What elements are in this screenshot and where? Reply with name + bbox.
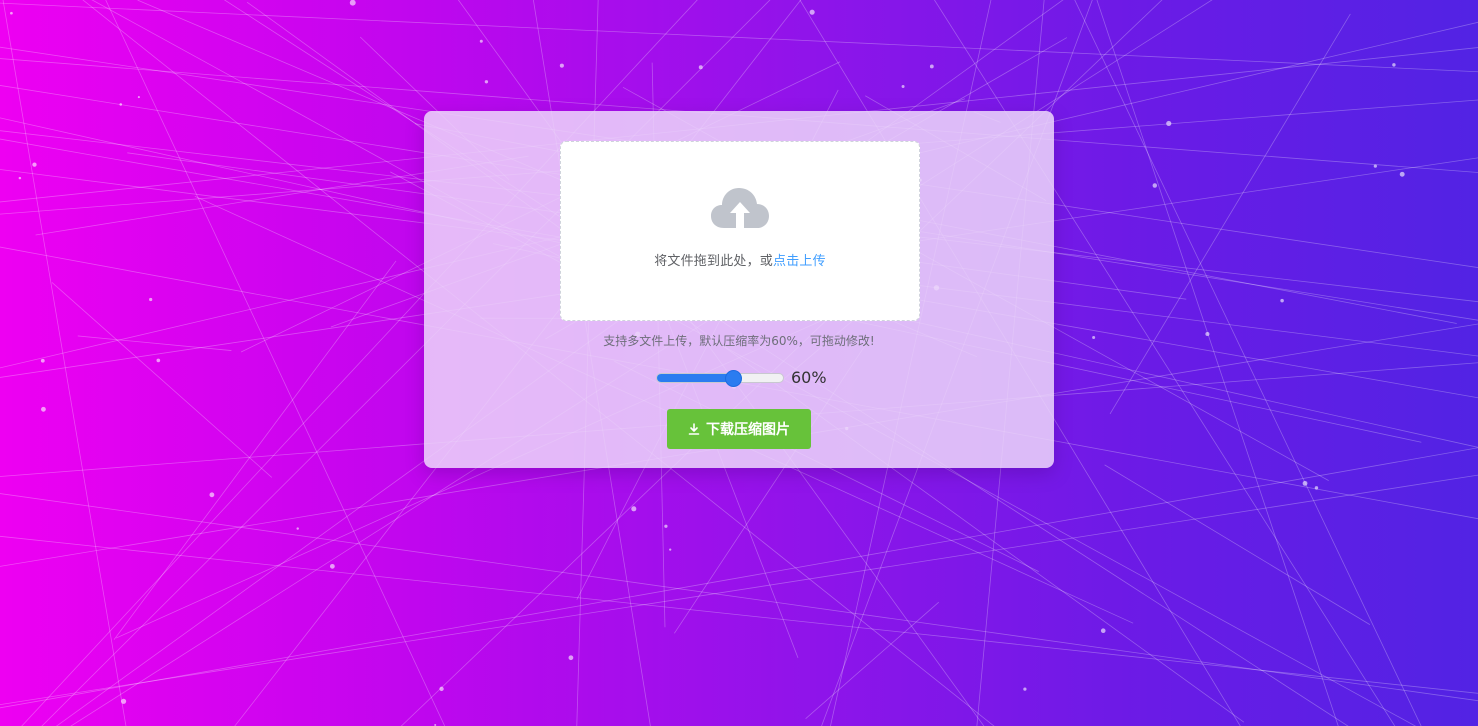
cloud-upload-icon [711, 188, 769, 228]
dropzone-text: 将文件拖到此处，或点击上传 [561, 250, 919, 269]
network-dot [1302, 480, 1308, 486]
network-dot [631, 506, 637, 512]
network-dot [929, 64, 934, 69]
network-dot [664, 524, 668, 528]
network-dot [349, 0, 356, 6]
network-dot [901, 84, 905, 88]
download-button[interactable]: 下载压缩图片 [667, 409, 811, 449]
network-dot [18, 176, 22, 180]
network-dot [1166, 120, 1172, 127]
upload-tip: 支持多文件上传，默认压缩率为60%，可拖动修改! [603, 334, 875, 348]
upload-dropzone[interactable]: 将文件拖到此处，或点击上传 [560, 141, 920, 321]
network-dot [209, 492, 215, 498]
network-line [105, 0, 446, 726]
network-dot [1100, 628, 1106, 634]
compression-slider[interactable] [656, 370, 784, 387]
network-dot [296, 527, 299, 530]
download-icon [688, 423, 700, 435]
network-line [805, 601, 940, 719]
network-dot [568, 655, 574, 661]
network-dot [669, 548, 672, 551]
network-dot [1152, 183, 1158, 188]
network-dot [1399, 171, 1405, 177]
network-dot [120, 698, 127, 704]
network-dot [698, 65, 703, 70]
network-dot [119, 103, 123, 106]
network-dot [439, 686, 444, 692]
download-label: 下载压缩图片 [706, 422, 790, 438]
network-dot [32, 162, 37, 167]
network-dot [484, 80, 489, 84]
network-line [77, 335, 232, 351]
network-line [1104, 464, 1371, 625]
network-dot [1092, 336, 1096, 340]
network-line [1109, 13, 1351, 415]
network-dot [1023, 687, 1027, 691]
network-dot [329, 563, 335, 569]
network-dot [1392, 63, 1396, 67]
network-dot [1280, 298, 1284, 303]
network-dot [1314, 486, 1319, 490]
network-dot [559, 63, 564, 68]
slider-fill [657, 374, 733, 382]
network-line [1074, 0, 1422, 726]
network-dot [149, 297, 153, 302]
network-dot [1373, 164, 1377, 168]
compression-slider-row: 60% [654, 367, 854, 389]
network-line [0, 2, 1478, 73]
network-dot [10, 11, 13, 15]
network-dot [1205, 331, 1210, 337]
network-dot [137, 96, 140, 99]
network-dot [156, 358, 161, 363]
slider-thumb[interactable] [724, 370, 742, 387]
drag-hint: 将文件拖到此处，或 [654, 254, 773, 269]
network-dot [41, 406, 46, 412]
upload-card: 将文件拖到此处，或点击上传 支持多文件上传，默认压缩率为60%，可拖动修改! 6… [424, 111, 1054, 468]
compression-value: 60% [791, 368, 827, 387]
network-dot [479, 39, 483, 43]
network-dot [40, 358, 45, 363]
network-dot [809, 9, 815, 15]
network-line [0, 474, 1478, 706]
click-upload-link[interactable]: 点击上传 [773, 254, 826, 269]
